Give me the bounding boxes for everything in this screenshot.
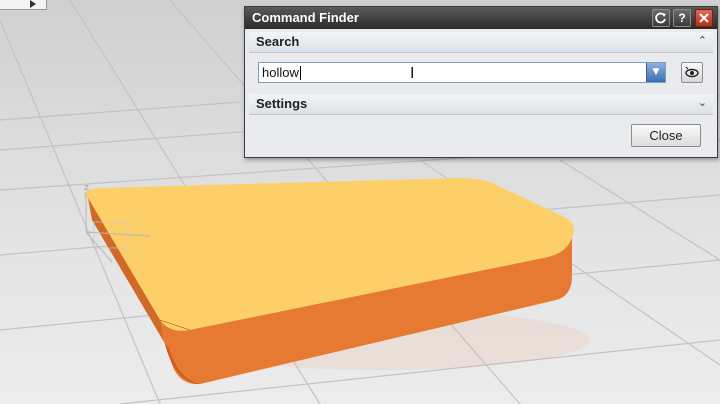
reset-icon [655, 12, 666, 24]
help-button[interactable]: ? [673, 9, 691, 27]
ibeam-cursor-icon: I [410, 64, 415, 82]
close-icon [699, 13, 709, 23]
dropdown-arrow-icon: ▼ [652, 67, 660, 77]
settings-section-label: Settings [256, 96, 308, 111]
svg-text:Z: Z [84, 184, 89, 192]
command-finder-dialog: Command Finder ? Search ⌃ hollow I ▼ Set… [244, 6, 718, 158]
chevron-down-icon[interactable]: ⌄ [698, 96, 707, 109]
chevron-up-icon[interactable]: ⌃ [698, 34, 707, 47]
dialog-titlebar[interactable]: Command Finder ? [245, 7, 717, 29]
dialog-close-button[interactable] [695, 9, 713, 27]
search-input-value: hollow [262, 65, 299, 80]
settings-section-header[interactable]: Settings ⌄ [249, 94, 713, 115]
close-button[interactable]: Close [631, 124, 701, 147]
play-arrow-icon [30, 0, 36, 8]
search-history-dropdown[interactable]: ▼ [646, 63, 665, 82]
panel-toggle-button[interactable] [0, 0, 47, 10]
search-input[interactable]: hollow I ▼ [258, 62, 666, 83]
search-section-header[interactable]: Search ⌃ [249, 32, 713, 53]
eye-icon [685, 67, 699, 78]
text-caret [300, 66, 301, 80]
search-filter-button[interactable] [681, 62, 703, 83]
search-section-label: Search [256, 34, 300, 49]
dialog-title: Command Finder [252, 10, 359, 25]
reset-button[interactable] [652, 9, 670, 27]
